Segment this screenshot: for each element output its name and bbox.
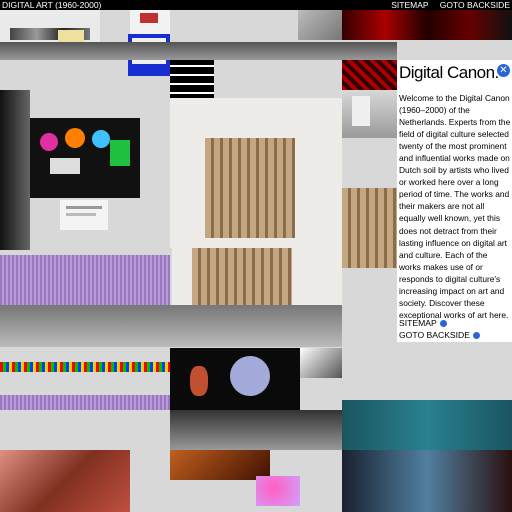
close-icon[interactable]: ✕ bbox=[497, 64, 510, 77]
panel-goto-backside-label: GOTO BACKSIDE bbox=[399, 330, 470, 340]
shadow-band-left bbox=[0, 90, 30, 250]
artwork-tile-purple-stripes-2[interactable] bbox=[0, 395, 170, 410]
top-bar: DIGITAL ART (1960-2000) SITEMAP GOTO BAC… bbox=[0, 0, 512, 10]
artwork-tile-barcode[interactable] bbox=[170, 60, 214, 98]
artwork-tile-wooden-right[interactable] bbox=[342, 188, 397, 268]
artwork-tile-rainbow-strip[interactable] bbox=[0, 362, 170, 372]
artwork-tile-pink-flowers[interactable] bbox=[256, 476, 300, 506]
top-nav: SITEMAP GOTO BACKSIDE bbox=[382, 0, 510, 10]
artwork-tile-room[interactable] bbox=[342, 90, 397, 138]
panel-body-text: Welcome to the Digital Canon (1960–2000)… bbox=[399, 93, 511, 320]
sitemap-dot-icon bbox=[439, 320, 447, 328]
panel-title: Digital Canon. bbox=[399, 63, 499, 82]
goto-backside-dot-icon bbox=[473, 332, 480, 340]
artwork-tile-bw-hands[interactable] bbox=[300, 348, 342, 378]
shadow-band-top bbox=[0, 42, 397, 60]
artwork-tile-performance[interactable] bbox=[170, 348, 300, 410]
artwork-tile-red-pattern[interactable] bbox=[342, 60, 397, 90]
nav-goto-backside-link[interactable]: GOTO BACKSIDE bbox=[440, 0, 510, 10]
panel-sitemap-link[interactable]: SITEMAP bbox=[399, 318, 447, 328]
site-title[interactable]: DIGITAL ART (1960-2000) bbox=[2, 0, 101, 10]
panel-goto-backside-link[interactable]: GOTO BACKSIDE bbox=[399, 330, 480, 340]
artwork-tile-teal-bottom[interactable] bbox=[342, 450, 512, 512]
artwork-tile-orange-bottom[interactable] bbox=[170, 450, 270, 480]
artwork-tile-wooden-sculpture[interactable] bbox=[170, 98, 342, 248]
artwork-tile-red-bottom-left[interactable] bbox=[0, 450, 130, 512]
artwork-tile-color-scene[interactable] bbox=[30, 118, 140, 198]
intro-panel: Digital Canon. ✕ Welcome to the Digital … bbox=[397, 60, 512, 342]
artwork-tile-teal[interactable] bbox=[342, 400, 512, 450]
artwork-tile-doc[interactable] bbox=[60, 200, 108, 230]
artwork-tile-red-eyes[interactable] bbox=[342, 10, 512, 40]
nav-sitemap-link[interactable]: SITEMAP bbox=[391, 0, 428, 10]
artwork-tile-purple-stripes[interactable] bbox=[0, 255, 170, 305]
panel-sitemap-label: SITEMAP bbox=[399, 318, 437, 328]
shadow-band-mid bbox=[0, 305, 342, 347]
artwork-tile-photo-top[interactable] bbox=[298, 10, 342, 40]
